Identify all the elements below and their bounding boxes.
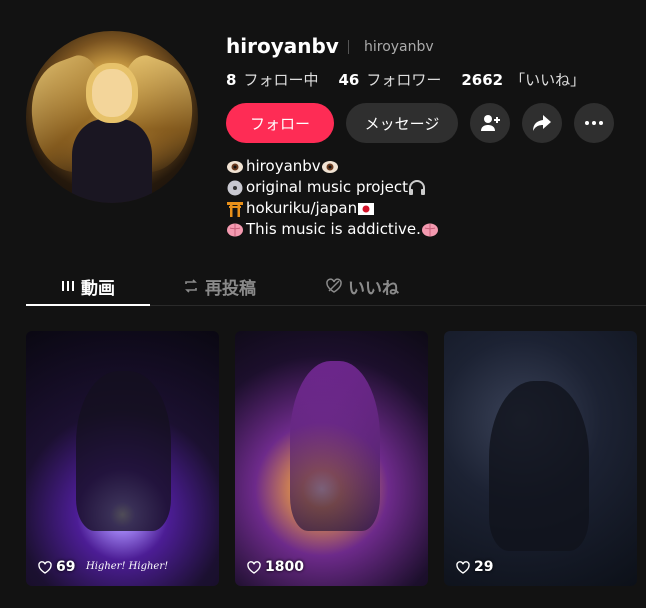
repost-icon (185, 279, 197, 293)
brain-emoji-icon (421, 223, 438, 236)
tab-label: 再投稿 (205, 278, 256, 299)
more-options-button[interactable] (574, 103, 614, 143)
profile-handle: hiroyanbv (364, 39, 434, 55)
profile-tabs: 動画 再投稿 いいね (26, 266, 646, 306)
video-thumbnail (489, 381, 589, 551)
bio-text: hiroyanbv (246, 157, 321, 175)
more-dots-icon (585, 121, 603, 125)
stat-value: 46 (338, 71, 360, 89)
share-arrow-icon (533, 115, 551, 131)
bio-line: This music is addictive. (226, 219, 441, 240)
profile-avatar[interactable] (26, 31, 198, 203)
stat-following[interactable]: 8 フォロー中 (226, 69, 318, 90)
profile-username: hiroyanbv (226, 34, 339, 58)
eye-emoji-icon (227, 160, 243, 173)
bio-line: hiroyanbv (226, 156, 441, 177)
video-views: 69 (38, 559, 75, 575)
stat-value: 2662 (461, 71, 504, 89)
tab-reposts[interactable]: 再投稿 (183, 266, 256, 306)
video-card[interactable]: 1800 (235, 331, 428, 586)
video-card[interactable]: 69 Higher! Higher! (26, 331, 219, 586)
bio-text: This music is addictive. (246, 220, 421, 238)
stat-likes: 2662 「いいね」 (461, 69, 585, 90)
profile-bio: hiroyanbv original music project hokurik… (226, 156, 441, 240)
views-count: 69 (56, 559, 76, 575)
stat-label: フォロー中 (243, 71, 319, 89)
suggest-accounts-button[interactable] (470, 103, 510, 143)
add-person-icon (481, 115, 500, 131)
video-caption: Higher! Higher! (86, 561, 169, 572)
japan-flag-emoji-icon (358, 202, 375, 215)
stat-label: フォロワー (366, 71, 442, 89)
heart-outline-icon (247, 560, 261, 574)
views-count: 29 (474, 559, 494, 575)
video-thumbnail (76, 371, 171, 531)
video-card[interactable]: 29 (444, 331, 637, 586)
profile-stats: 8 フォロー中 46 フォロワー 2662 「いいね」 (226, 69, 605, 90)
handle-divider (348, 40, 349, 54)
headphones-emoji-icon (409, 179, 426, 195)
tab-label: 動画 (81, 278, 115, 299)
eye-emoji-icon (321, 160, 338, 173)
video-views: 1800 (247, 559, 304, 575)
stat-value: 8 (226, 71, 237, 89)
video-thumbnail (290, 361, 380, 531)
video-views: 29 (456, 559, 493, 575)
grid-icon (62, 281, 74, 291)
cd-emoji-icon (227, 180, 243, 195)
bio-line: original music project (226, 177, 441, 198)
heart-outline-icon (38, 560, 52, 574)
heart-outline-icon (456, 560, 470, 574)
views-count: 1800 (265, 559, 304, 575)
active-tab-indicator (26, 304, 150, 306)
share-button[interactable] (522, 103, 562, 143)
bio-line: hokuriku/japan (226, 198, 441, 219)
shrine-gate-emoji-icon (227, 201, 243, 217)
tab-videos[interactable]: 動画 (61, 266, 115, 306)
bio-text: hokuriku/japan (246, 199, 358, 217)
heart-hidden-icon (326, 278, 342, 293)
tab-likes[interactable]: いいね (326, 266, 399, 306)
stat-followers[interactable]: 46 フォロワー (338, 69, 441, 90)
stat-label: 「いいね」 (510, 71, 586, 89)
follow-button[interactable]: フォロー (226, 103, 334, 143)
brain-emoji-icon (227, 223, 243, 236)
bio-text: original music project (246, 178, 409, 196)
tab-label: いいね (348, 278, 399, 299)
message-button[interactable]: メッセージ (346, 103, 458, 143)
